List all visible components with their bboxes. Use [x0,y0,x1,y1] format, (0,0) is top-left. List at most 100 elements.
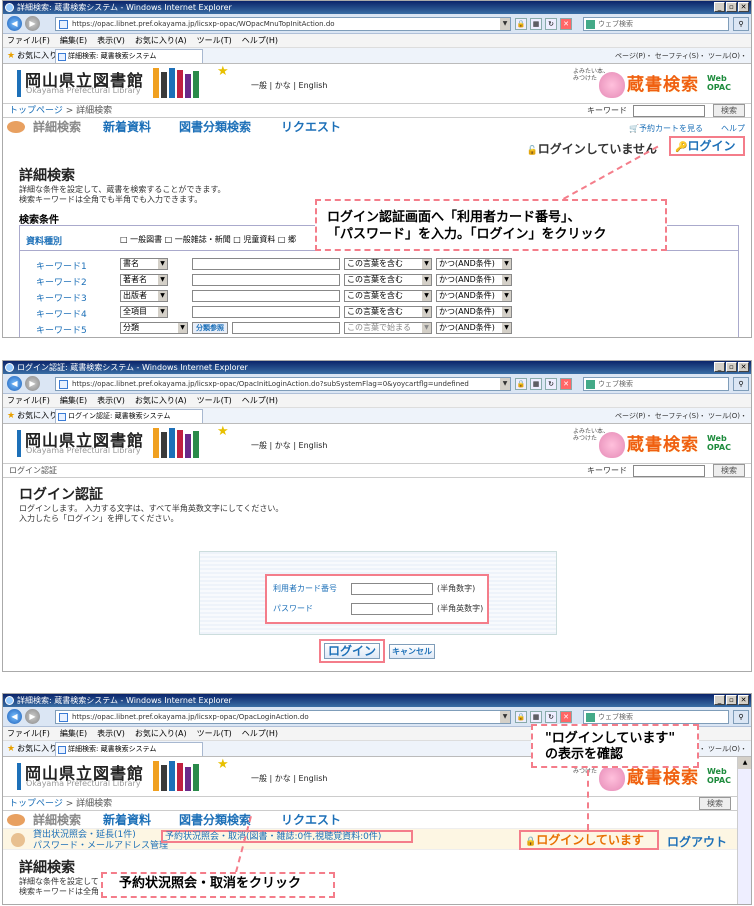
operator-select[interactable]: かつ(AND条件) ▼ [436,306,512,318]
search-icon[interactable]: ⚲ [733,17,749,31]
match-select[interactable]: この言葉を含む ▼ [344,274,432,286]
browser-tab[interactable]: 詳細検索: 蔵書検索システム [55,49,203,63]
field-select[interactable]: 出版者 ▼ [120,290,168,302]
operator-select[interactable]: かつ(AND条件) ▼ [436,290,512,302]
menu-tools[interactable]: ツール(T) [197,727,232,740]
web-search-input[interactable]: ウェブ検索 [583,377,729,391]
operator-select[interactable]: かつ(AND条件) ▼ [436,322,512,334]
back-icon[interactable]: ◀ [7,376,22,391]
nav-detailed-search[interactable]: 詳細検索 [33,811,81,829]
language-links[interactable]: 一般 | かな | English [251,773,327,784]
command-bar[interactable]: ページ(P)・ セーフティ(S)・ ツール(O)・ [615,408,747,424]
address-bar[interactable]: https://opac.libnet.pref.okayama.jp/lics… [55,710,511,724]
keyword-input[interactable] [192,258,340,270]
maximize-icon[interactable]: ▫ [726,362,737,372]
maximize-icon[interactable]: ▫ [726,2,737,12]
chevron-down-icon[interactable]: ▼ [500,711,510,723]
menu-favorites[interactable]: お気に入り(A) [135,34,187,47]
favorites-button[interactable]: ★ お気に入り [7,741,57,757]
refresh-icon[interactable]: ↻ [545,378,557,390]
menu-edit[interactable]: 編集(E) [60,34,87,47]
operator-select[interactable]: かつ(AND条件) ▼ [436,258,512,270]
keyword-search-button[interactable]: 検索 [713,104,745,117]
menu-file[interactable]: ファイル(F) [7,34,50,47]
menu-view[interactable]: 表示(V) [97,394,125,407]
menu-edit[interactable]: 編集(E) [60,394,87,407]
match-select[interactable]: この言葉を含む ▼ [344,306,432,318]
minimize-icon[interactable]: _ [714,2,725,12]
menu-help[interactable]: ヘルプ(H) [242,34,278,47]
address-bar[interactable]: https://opac.libnet.pref.okayama.jp/lics… [55,377,511,391]
loan-status-link[interactable]: 貸出状況照会・延長(1件) [33,830,136,840]
keyword-input[interactable] [633,105,705,117]
nav-classification-search[interactable]: 図書分類検索 [179,118,251,136]
card-number-input[interactable] [351,583,433,595]
search-icon[interactable]: ⚲ [733,710,749,724]
login-button[interactable]: ログイン [324,643,380,659]
material-type-checkboxes[interactable]: □ 一般図書 □ 一般雑誌・新聞 □ 児童資料 □ 郷 [120,234,296,245]
nav-request[interactable]: リクエスト [281,811,341,829]
forward-icon[interactable]: ▶ [25,709,40,724]
language-links[interactable]: 一般 | かな | English [251,80,327,91]
refresh-icon[interactable]: ↻ [545,18,557,30]
keyword-input[interactable] [633,465,705,477]
breadcrumb-top[interactable]: トップページ [9,106,63,116]
keyword-search-button[interactable]: 検索 [699,797,731,810]
menu-file[interactable]: ファイル(F) [7,727,50,740]
keyword-input[interactable] [192,290,340,302]
web-search-input[interactable]: ウェブ検索 [583,17,729,31]
lock-icon[interactable]: 🔒 [515,711,527,723]
menu-view[interactable]: 表示(V) [97,34,125,47]
command-bar[interactable]: ページ(P)・ セーフティ(S)・ ツール(O)・ [615,48,747,64]
nav-new-materials[interactable]: 新着資料 [103,811,151,829]
field-select[interactable]: 著者名 ▼ [120,274,168,286]
back-icon[interactable]: ◀ [7,709,22,724]
maximize-icon[interactable]: ▫ [726,695,737,705]
lock-icon[interactable]: 🔒 [515,378,527,390]
forward-icon[interactable]: ▶ [25,16,40,31]
minimize-icon[interactable]: _ [714,695,725,705]
chevron-down-icon[interactable]: ▼ [500,18,510,30]
password-input[interactable] [351,603,433,615]
match-select[interactable]: この言葉を含む ▼ [344,290,432,302]
stop-icon[interactable]: ✕ [560,18,572,30]
menu-favorites[interactable]: お気に入り(A) [135,394,187,407]
keyword-input[interactable] [192,274,340,286]
forward-icon[interactable]: ▶ [25,376,40,391]
compat-icon[interactable]: ▦ [530,711,542,723]
password-mail-link[interactable]: パスワード・メールアドレス管理 [33,841,168,851]
menu-view[interactable]: 表示(V) [97,727,125,740]
web-search-input[interactable]: ウェブ検索 [583,710,729,724]
back-icon[interactable]: ◀ [7,16,22,31]
favorites-button[interactable]: ★ お気に入り [7,408,57,424]
close-icon[interactable]: ✕ [738,695,749,705]
stop-icon[interactable]: ✕ [560,711,572,723]
chevron-down-icon[interactable]: ▼ [500,378,510,390]
classification-reference-button[interactable]: 分類参照 [192,322,228,334]
menu-edit[interactable]: 編集(E) [60,727,87,740]
nav-detailed-search[interactable]: 詳細検索 [33,118,81,136]
menu-help[interactable]: ヘルプ(H) [242,727,278,740]
nav-new-materials[interactable]: 新着資料 [103,118,151,136]
browser-tab[interactable]: 詳細検索: 蔵書検索システム [55,742,203,756]
breadcrumb-top[interactable]: トップページ [9,799,63,809]
field-select[interactable]: 書名 ▼ [120,258,168,270]
compat-icon[interactable]: ▦ [530,18,542,30]
scroll-up-icon[interactable]: ▲ [738,757,751,769]
match-select[interactable]: この言葉で始まる ▼ [344,322,432,334]
refresh-icon[interactable]: ↻ [545,711,557,723]
favorites-button[interactable]: ★ お気に入り [7,48,57,64]
search-icon[interactable]: ⚲ [733,377,749,391]
close-icon[interactable]: ✕ [738,362,749,372]
nav-classification-search[interactable]: 図書分類検索 [179,811,251,829]
scrollbar[interactable]: ▲ [737,757,751,904]
login-link[interactable]: 🔑ログイン [669,136,745,156]
field-select[interactable]: 分類 ▼ [120,322,188,334]
compat-icon[interactable]: ▦ [530,378,542,390]
keyword-input[interactable] [232,322,340,334]
field-select[interactable]: 全項目 ▼ [120,306,168,318]
keyword-search-button[interactable]: 検索 [713,464,745,477]
reservation-status-link[interactable]: 予約状況照会・取消(図書・雑誌:0件,視聴覚資料:0件) [161,830,413,843]
menu-tools[interactable]: ツール(T) [197,394,232,407]
menu-file[interactable]: ファイル(F) [7,394,50,407]
